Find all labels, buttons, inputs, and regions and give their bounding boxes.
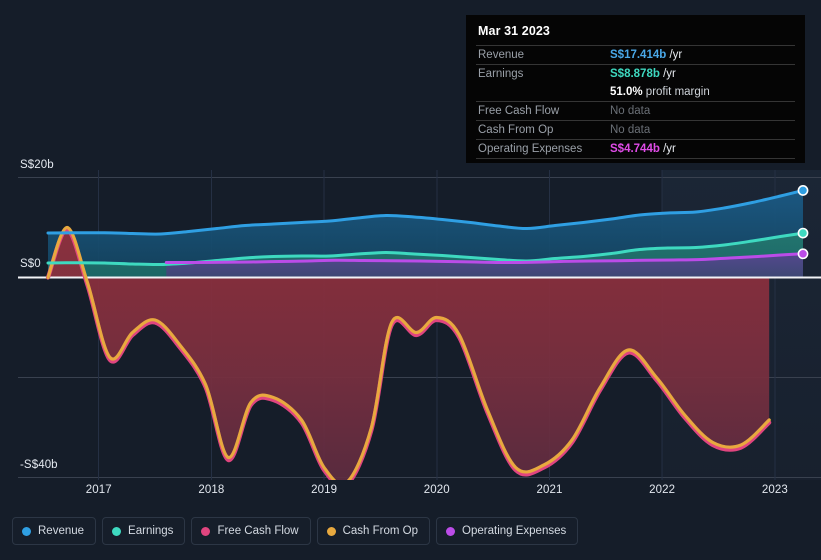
legend-color-dot-icon xyxy=(22,526,31,536)
endpoint-operating-expenses xyxy=(797,248,809,260)
tooltip-value-amount: S$8.878b xyxy=(610,68,660,80)
tooltip-row: Earnings S$8.878b /yr xyxy=(476,64,795,83)
x-axis-label: 2021 xyxy=(536,484,563,496)
x-axis-label: 2023 xyxy=(761,484,788,496)
legend-item-revenue[interactable]: Revenue xyxy=(12,517,97,545)
tooltip-value-amount: S$4.744b xyxy=(610,143,660,155)
endpoint-earnings xyxy=(797,227,809,239)
x-axis-label: 2022 xyxy=(649,484,676,496)
tooltip-row-label: Earnings xyxy=(476,64,608,83)
tooltip-row: Cash From Op No data xyxy=(476,120,795,140)
y-axis-label-zero: S$0 xyxy=(20,258,41,270)
x-axis-label: 2019 xyxy=(311,484,338,496)
tooltip-row-label xyxy=(476,83,608,102)
x-axis-label: 2020 xyxy=(423,484,450,496)
x-axis-label: 2018 xyxy=(198,484,225,496)
legend-item-earnings[interactable]: Earnings xyxy=(102,517,186,545)
tooltip-value-unit: /yr xyxy=(659,143,676,155)
tooltip-row: Revenue S$17.414b /yr xyxy=(476,45,795,65)
legend-item-label: Cash From Op xyxy=(342,525,419,537)
tooltip-table: Revenue S$17.414b /yr Earnings S$8.878b /yr… xyxy=(476,45,795,159)
tooltip-row-label: Operating Expenses xyxy=(476,139,608,159)
legend-item-label: Earnings xyxy=(128,525,174,537)
tooltip-row-value: S$4.744b /yr xyxy=(608,139,795,159)
x-axis-label: 2017 xyxy=(85,484,112,496)
tooltip-date: Mar 31 2023 xyxy=(478,24,550,38)
tooltip-value-unit: /yr xyxy=(659,68,676,80)
tooltip-row-label: Cash From Op xyxy=(476,120,608,140)
y-axis-label-top: S$20b xyxy=(20,159,54,171)
legend-color-dot-icon xyxy=(112,526,122,536)
legend-item-label: Free Cash Flow xyxy=(217,525,299,537)
legend-item-label: Revenue xyxy=(38,525,85,537)
tooltip-row-value: No data xyxy=(608,120,795,140)
chart-tooltip: Mar 31 2023 Revenue S$17.414b /yr Earnings… xyxy=(466,15,805,163)
tooltip-value-amount: No data xyxy=(610,124,651,136)
tooltip-value-amount: S$17.414b xyxy=(610,49,667,61)
legend-item-label: Operating Expenses xyxy=(462,525,567,537)
tooltip-value-amount: No data xyxy=(610,105,651,117)
legend-item-operating-expenses[interactable]: Operating Expenses xyxy=(436,517,579,545)
legend-item-free-cash-flow[interactable]: Free Cash Flow xyxy=(191,517,311,545)
tooltip-row: Free Cash Flow No data xyxy=(476,101,795,121)
chart-legend: Revenue Earnings Free Cash Flow Cash From O… xyxy=(12,517,579,545)
legend-item-cash-from-op[interactable]: Cash From Op xyxy=(316,517,431,545)
tooltip-value-amount: 51.0% xyxy=(610,86,643,98)
tooltip-row: 51.0% profit margin xyxy=(476,83,795,102)
tooltip-row-value: 51.0% profit margin xyxy=(608,83,795,102)
tooltip-row-value: No data xyxy=(608,101,795,121)
tooltip-row-label: Revenue xyxy=(476,45,608,65)
tooltip-row-value: S$8.878b /yr xyxy=(608,64,795,83)
legend-color-dot-icon xyxy=(201,526,211,536)
legend-color-dot-icon xyxy=(326,526,336,536)
legend-color-dot-icon xyxy=(446,526,456,536)
tooltip-value-unit: /yr xyxy=(666,49,683,61)
tooltip-row-label: Free Cash Flow xyxy=(476,101,608,121)
tooltip-row: Operating Expenses S$4.744b /yr xyxy=(476,139,795,159)
tooltip-row-value: S$17.414b /yr xyxy=(608,45,795,65)
y-axis-label-bottom: -S$40b xyxy=(20,459,58,471)
endpoint-revenue xyxy=(797,185,809,196)
tooltip-value-unit: profit margin xyxy=(642,86,710,98)
